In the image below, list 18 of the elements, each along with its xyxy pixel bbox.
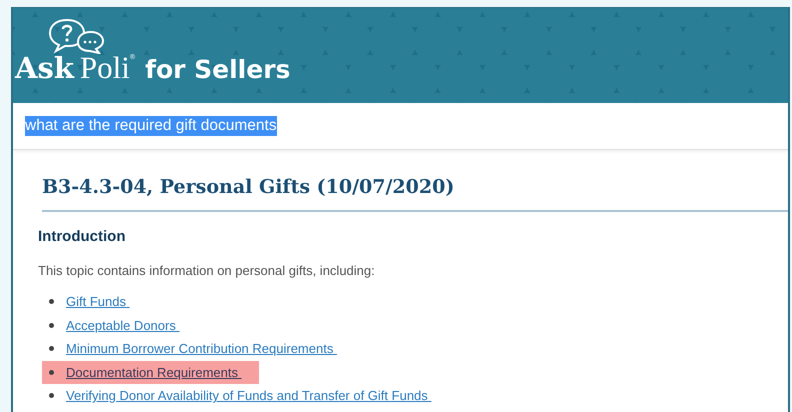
search-field[interactable]: what are the required gift documents: [13, 103, 788, 150]
topic-link[interactable]: Verifying Donor Availability of Funds and Transfer of Gift Funds: [66, 388, 432, 404]
article-title: B3-4.3-04, Personal Gifts (10/07/2020): [42, 176, 788, 212]
bullet-icon: [49, 299, 54, 304]
intro-paragraph: This topic contains information on personal gifts, including:: [38, 263, 376, 278]
logo-poli-text: Poli: [80, 50, 130, 86]
bullet-icon: [49, 322, 54, 328]
speech-bubbles-icon: [47, 18, 107, 54]
logo-ask-text: Ask: [15, 51, 74, 85]
topic-link[interactable]: Gift Funds: [66, 294, 130, 310]
topic-link[interactable]: Minimum Borrower Contribution Requirements: [66, 341, 337, 356]
header-subtitle: for Sellers: [145, 55, 290, 84]
bullet-icon: [49, 393, 54, 398]
topic-link[interactable]: Documentation Requirements: [66, 364, 242, 380]
topic-link[interactable]: Acceptable Donors: [66, 318, 180, 333]
bullet-icon: [49, 346, 54, 352]
section-heading: Introduction: [38, 228, 126, 245]
bullet-icon: [49, 370, 54, 375]
